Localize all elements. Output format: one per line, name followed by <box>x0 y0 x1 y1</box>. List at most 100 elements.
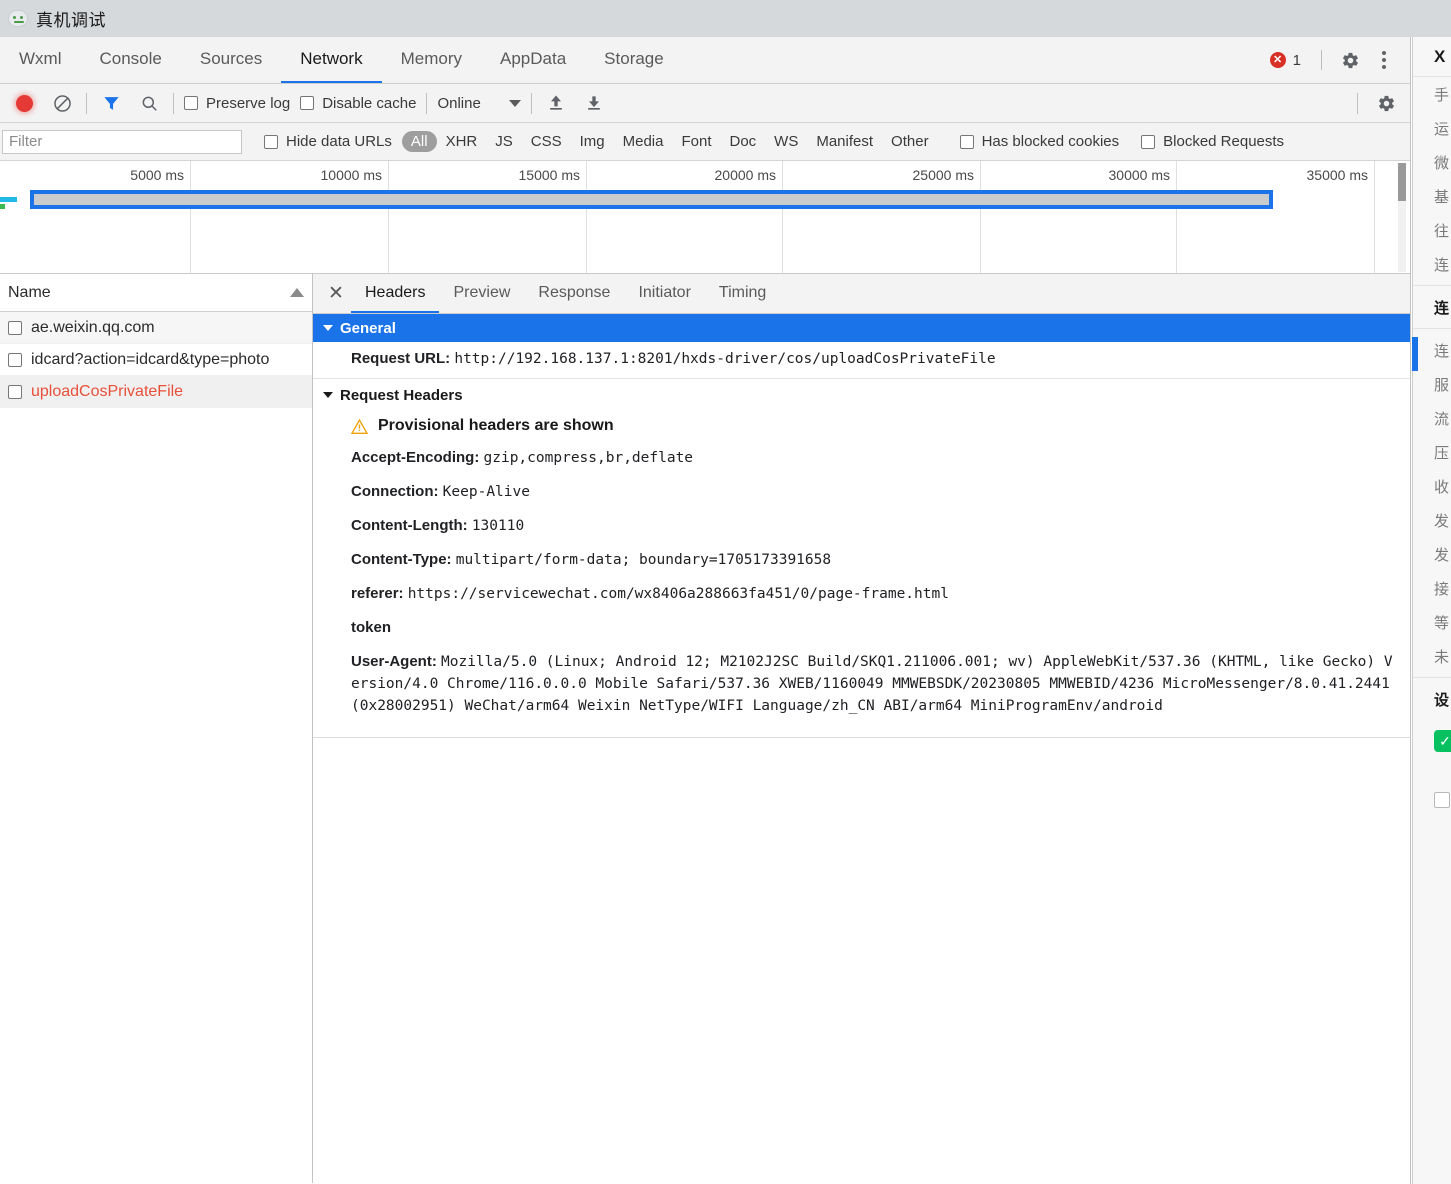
right-panel-item[interactable]: 收 <box>1412 469 1451 503</box>
export-har-button[interactable] <box>580 89 608 117</box>
disable-cache-checkbox[interactable]: Disable cache <box>300 95 416 112</box>
preserve-log-label: Preserve log <box>206 94 291 112</box>
right-panel-item[interactable]: 服 <box>1412 367 1451 401</box>
blocked-requests-checkbox[interactable]: Blocked Requests <box>1141 133 1284 150</box>
throttle-value: Online <box>437 94 481 112</box>
network-settings-button[interactable] <box>1372 89 1400 117</box>
filter-chip-js[interactable]: JS <box>486 131 522 152</box>
overview-selection-band[interactable] <box>30 190 1273 209</box>
header-key: User-Agent: <box>351 653 437 671</box>
empty-checkbox-icon[interactable] <box>1434 792 1450 808</box>
hide-data-urls-checkbox[interactable]: Hide data URLs <box>264 133 392 150</box>
has-blocked-cookies-label: Has blocked cookies <box>981 133 1120 150</box>
header-value: multipart/form-data; boundary=1705173391… <box>455 552 832 569</box>
right-panel-item[interactable]: 运 <box>1412 111 1451 145</box>
tab-wxml[interactable]: Wxml <box>0 37 80 83</box>
tab-appdata[interactable]: AppData <box>481 37 585 83</box>
warning-text: Provisional headers are shown <box>378 417 614 435</box>
tab-network[interactable]: Network <box>281 37 382 83</box>
tab-sources[interactable]: Sources <box>181 37 281 83</box>
more-options-button[interactable] <box>1370 46 1398 74</box>
record-button[interactable] <box>10 89 38 117</box>
tab-console[interactable]: Console <box>80 37 180 83</box>
devtools-tab-bar: Wxml Console Sources Network Memory AppD… <box>0 37 1410 84</box>
network-split-view: Name ae.weixin.qq.com idcard?action=idca… <box>0 274 1410 1183</box>
right-panel-item[interactable]: 发 <box>1412 537 1451 571</box>
gear-icon <box>1342 52 1358 68</box>
throttle-select[interactable]: Online <box>437 94 521 112</box>
settings-button[interactable] <box>1336 46 1364 74</box>
right-panel-highlight-item[interactable]: 连 <box>1412 290 1451 324</box>
filter-chip-other[interactable]: Other <box>882 131 938 152</box>
tab-memory[interactable]: Memory <box>382 37 481 83</box>
request-row-idcard[interactable]: idcard?action=idcard&type=photo <box>0 344 312 376</box>
search-button[interactable] <box>135 89 163 117</box>
filter-input[interactable] <box>2 129 242 154</box>
request-row-ae-weixin-qq-com[interactable]: ae.weixin.qq.com <box>0 312 312 344</box>
header-key: referer: <box>351 585 404 603</box>
checkbox-icon[interactable] <box>8 320 22 335</box>
checkbox-icon <box>264 134 278 149</box>
filter-chip-media[interactable]: Media <box>614 131 673 152</box>
filter-chip-css[interactable]: CSS <box>522 131 571 152</box>
tab-timing[interactable]: Timing <box>705 274 780 313</box>
filter-chip-manifest[interactable]: Manifest <box>807 131 882 152</box>
right-panel-item[interactable]: 微 <box>1412 145 1451 179</box>
tab-headers[interactable]: Headers <box>351 274 440 313</box>
right-panel-item[interactable]: 基 <box>1412 179 1451 213</box>
request-headers-section-header[interactable]: Request Headers <box>313 381 1410 409</box>
timeline-tick-label: 30000 ms <box>1108 167 1170 183</box>
right-panel-item[interactable]: 往 <box>1412 213 1451 247</box>
network-overview-timeline[interactable]: 5000 ms 10000 ms 15000 ms 20000 ms 25000… <box>0 161 1410 274</box>
filter-chip-xhr[interactable]: XHR <box>437 131 487 152</box>
filter-chip-doc[interactable]: Doc <box>720 131 765 152</box>
tab-response[interactable]: Response <box>524 274 624 313</box>
import-har-button[interactable] <box>542 89 570 117</box>
filter-funnel-icon <box>103 96 119 110</box>
green-check-icon[interactable]: ✓ <box>1434 730 1451 752</box>
tab-initiator[interactable]: Initiator <box>624 274 704 313</box>
request-url-key: Request URL: <box>351 350 451 367</box>
tab-storage[interactable]: Storage <box>585 37 683 83</box>
general-section-header[interactable]: General <box>313 314 1410 342</box>
preserve-log-checkbox[interactable]: Preserve log <box>184 95 290 112</box>
resource-type-filters: All XHR JS CSS Img Media Font Doc WS Man… <box>401 131 938 152</box>
right-panel-item[interactable]: 流 <box>1412 401 1451 435</box>
right-panel-item[interactable]: 发 <box>1412 503 1451 537</box>
blocked-filters: Has blocked cookies Blocked Requests <box>959 133 1284 150</box>
right-panel-item[interactable]: 压 <box>1412 435 1451 469</box>
filter-chip-ws[interactable]: WS <box>765 131 807 152</box>
request-url-row: Request URL: http://192.168.137.1:8201/h… <box>313 342 1410 376</box>
request-row-uploadcosprivatefile[interactable]: uploadCosPrivateFile <box>0 376 312 408</box>
checkbox-icon <box>1141 134 1156 149</box>
overview-scrollbar-thumb[interactable] <box>1398 163 1406 201</box>
window-title: 真机调试 <box>36 11 106 30</box>
right-panel-footer-item[interactable]: 设 <box>1412 682 1451 716</box>
timeline-tick-label: 15000 ms <box>518 167 580 183</box>
filter-chip-img[interactable]: Img <box>571 131 614 152</box>
divider <box>426 92 428 114</box>
close-details-button[interactable]: ✕ <box>321 274 351 313</box>
error-badge[interactable]: ✕ 1 <box>1264 52 1307 69</box>
search-icon <box>142 96 157 111</box>
header-row-referer: referer: https://servicewechat.com/wx840… <box>313 577 1410 611</box>
filter-chip-all[interactable]: All <box>401 131 437 152</box>
request-list-header[interactable]: Name <box>0 274 312 312</box>
checkbox-icon[interactable] <box>8 384 22 399</box>
right-panel-item[interactable]: 等 <box>1412 605 1451 639</box>
has-blocked-cookies-checkbox[interactable]: Has blocked cookies <box>959 133 1120 150</box>
right-panel-item[interactable]: 接 <box>1412 571 1451 605</box>
clear-requests-button[interactable] <box>48 89 76 117</box>
overview-request-bar-cyan <box>0 197 17 202</box>
chevron-down-icon <box>323 325 333 331</box>
header-key: Connection: <box>351 483 439 501</box>
filter-chip-font[interactable]: Font <box>672 131 720 152</box>
request-name: ae.weixin.qq.com <box>31 318 155 336</box>
right-panel-item[interactable]: 手 <box>1412 77 1451 111</box>
tab-preview[interactable]: Preview <box>439 274 524 313</box>
divider <box>86 92 87 114</box>
right-panel-item[interactable]: 连 <box>1412 247 1451 281</box>
filter-toggle-button[interactable] <box>97 89 125 117</box>
right-panel-item[interactable]: 未 <box>1412 639 1451 673</box>
checkbox-icon[interactable] <box>8 352 22 367</box>
